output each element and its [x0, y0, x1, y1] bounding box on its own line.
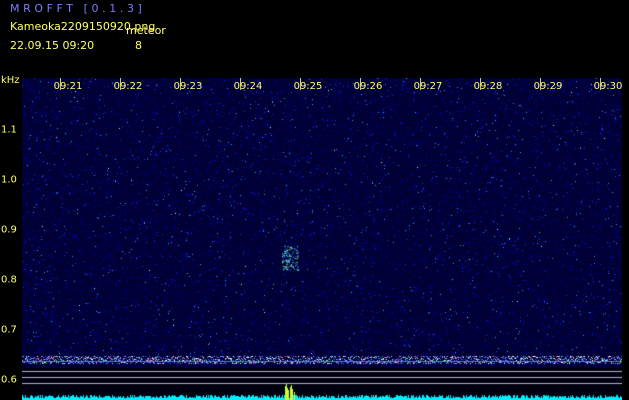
- spectrogram-canvas: [22, 78, 622, 400]
- time-tick-mark: [540, 78, 541, 90]
- frequency-unit-label: kHz: [1, 75, 20, 86]
- time-tick-label: 09:23: [173, 81, 203, 92]
- time-tick-label: 09:27: [413, 81, 443, 92]
- time-tick-mark: [240, 78, 241, 90]
- frequency-tick-label: 0.8: [1, 274, 17, 286]
- spectrogram-panel: kHz 09:21 09:22 09:23 09:24 09:25 09:26 09:27 0…: [0, 75, 629, 400]
- frequency-tick-label: 0.6: [1, 374, 17, 386]
- detection-count: 8: [135, 39, 142, 52]
- time-tick-label: 09:28: [473, 81, 503, 92]
- time-tick-label: 09:29: [533, 81, 563, 92]
- time-tick-label: 09:22: [113, 81, 143, 92]
- detection-type-label: meteor: [126, 24, 166, 37]
- frequency-tick-label: 1.1: [1, 124, 17, 136]
- time-tick-mark: [420, 78, 421, 90]
- time-tick-mark: [180, 78, 181, 90]
- frequency-tick-label: 0.9: [1, 224, 17, 236]
- time-tick-mark: [60, 78, 61, 90]
- time-tick-mark: [360, 78, 361, 90]
- time-tick-mark: [480, 78, 481, 90]
- time-tick-label: 09:26: [353, 81, 383, 92]
- time-tick-label: 09:30: [593, 81, 623, 92]
- time-tick-mark: [300, 78, 301, 90]
- time-tick-mark: [600, 78, 601, 90]
- time-tick-mark: [120, 78, 121, 90]
- frequency-tick-label: 1.0: [1, 174, 17, 186]
- time-tick-label: 09:21: [53, 81, 83, 92]
- time-tick-label: 09:24: [233, 81, 263, 92]
- datetime-label: 22.09.15 09:20: [10, 39, 95, 52]
- app-title: MROFFT [0.1.3]: [10, 2, 146, 15]
- frequency-tick-label: 0.7: [1, 324, 17, 336]
- time-tick-label: 09:25: [293, 81, 323, 92]
